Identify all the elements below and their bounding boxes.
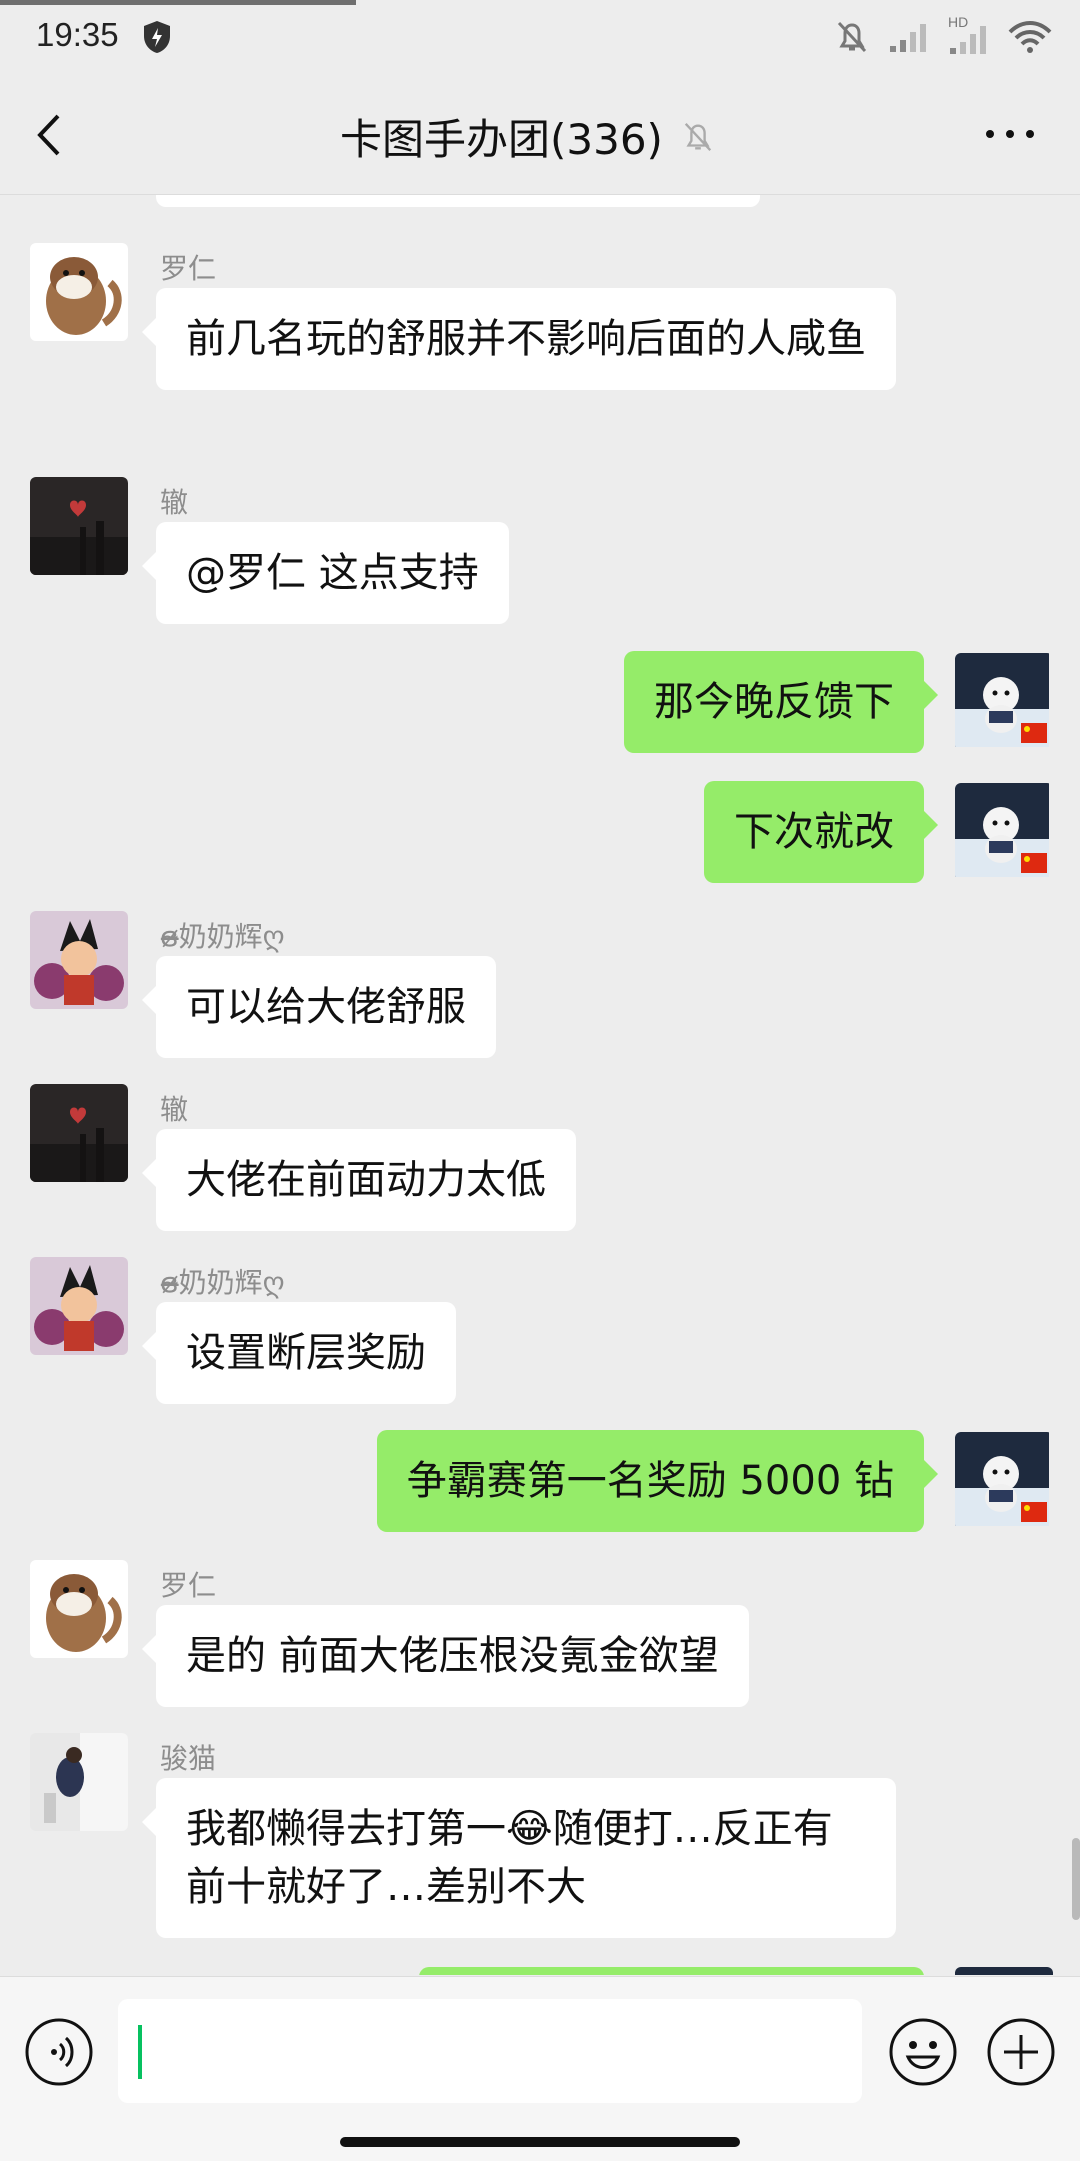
voice-icon[interactable] — [24, 2017, 94, 2087]
message-bubble-self[interactable]: 那今晚反馈下 — [624, 651, 938, 753]
message-bubble[interactable]: 我都懒得去打第一😂随便打…反正有前十就好了…差别不大 — [142, 1778, 896, 1938]
message-text: 下次就改 — [734, 809, 894, 855]
chat-title: 卡图手办团(336) — [340, 106, 715, 167]
title-bar: 卡图手办团(336) — [0, 76, 1080, 195]
emoji-icon[interactable] — [888, 2017, 958, 2087]
signal-hd-icon: HD — [948, 14, 990, 56]
mute-bell-status-icon — [837, 21, 867, 53]
sender-name: 辙 — [160, 486, 189, 519]
message-bubble[interactable]: 是的 前面大佬压根没氪金欲望 — [142, 1605, 749, 1707]
plus-icon[interactable] — [986, 2017, 1056, 2087]
status-bar: 19:35 HD — [0, 0, 1080, 76]
avatar-self-dog-partial[interactable] — [955, 1967, 1053, 1975]
scrollbar[interactable] — [1072, 1838, 1080, 1920]
input-bar — [0, 1976, 1080, 2161]
message-text: @罗仁 这点支持 — [186, 550, 479, 596]
avatar-photo[interactable] — [30, 1733, 128, 1831]
group-name: 卡图手办团(336) — [340, 115, 663, 164]
avatar-city-night[interactable] — [30, 477, 128, 575]
wifi-icon — [1008, 21, 1052, 53]
status-time: 19:35 — [36, 16, 119, 53]
loading-line — [0, 0, 356, 5]
message-text: 大佬在前面动力太低 — [186, 1157, 546, 1203]
message-bubble-self[interactable]: 争霸赛第一名奖励 5000 钻 — [376, 1430, 939, 1532]
avatar-anime[interactable] — [30, 911, 128, 1009]
message-bubble[interactable]: 设置断层奖励 — [142, 1302, 456, 1404]
message-bubble-self[interactable]: 下次就改 — [704, 781, 938, 883]
text-caret — [138, 2025, 142, 2079]
message-text: 可以给大佬舒服 — [186, 984, 466, 1030]
shield-icon — [144, 21, 170, 53]
home-indicator[interactable] — [340, 2137, 740, 2147]
back-arrow-icon[interactable] — [30, 110, 70, 160]
sender-name: 罗仁 — [160, 1569, 217, 1602]
sender-name: ɞ̴̶̷奶奶辉ღ — [160, 920, 285, 953]
message-bubble[interactable]: 前几名玩的舒服并不影响后面的人咸鱼 — [142, 288, 896, 390]
sender-name: 辙 — [160, 1093, 189, 1126]
message-bubble[interactable]: 可以给大佬舒服 — [142, 956, 496, 1058]
status-icons: HD — [834, 14, 1052, 56]
chat-area[interactable]: 罗仁 前几名玩的舒服并不影响后面的人咸鱼 辙 @罗仁 这点支持 那今晚反馈下 下… — [0, 195, 1080, 1975]
message-text: 争霸赛第一名奖励 5000 钻 — [406, 1458, 894, 1504]
avatar-otter[interactable] — [30, 1560, 128, 1658]
avatar-otter[interactable] — [30, 243, 128, 341]
sender-name: 罗仁 — [160, 252, 217, 285]
more-dots-icon[interactable] — [982, 126, 1038, 142]
partial-message-bubble-self[interactable] — [419, 1967, 924, 1975]
sender-name: ɞ̴̶̷奶奶辉ღ — [160, 1266, 285, 1299]
message-text: 前几名玩的舒服并不影响后面的人咸鱼 — [186, 316, 866, 362]
message-text: 设置断层奖励 — [186, 1330, 426, 1376]
avatar-anime[interactable] — [30, 1257, 128, 1355]
avatar-self-dog[interactable] — [955, 653, 1053, 751]
message-text-a: 我都懒得去打第一 — [186, 1806, 506, 1852]
avatar-self-dog[interactable] — [955, 1432, 1053, 1530]
signal-icon — [890, 24, 926, 52]
message-input[interactable] — [118, 1999, 862, 2103]
message-text: 是的 前面大佬压根没氪金欲望 — [186, 1633, 719, 1679]
message-text: 那今晚反馈下 — [654, 679, 894, 725]
sender-name: 骏猫 — [160, 1742, 217, 1775]
partial-message-bubble[interactable] — [156, 195, 760, 207]
laugh-cry-emoji-icon: 😂 — [506, 1806, 553, 1852]
avatar-self-dog[interactable] — [955, 783, 1053, 881]
message-bubble[interactable]: 大佬在前面动力太低 — [142, 1129, 576, 1231]
message-bubble[interactable]: @罗仁 这点支持 — [142, 522, 509, 624]
mute-bell-icon — [684, 122, 712, 151]
avatar-city-night[interactable] — [30, 1084, 128, 1182]
